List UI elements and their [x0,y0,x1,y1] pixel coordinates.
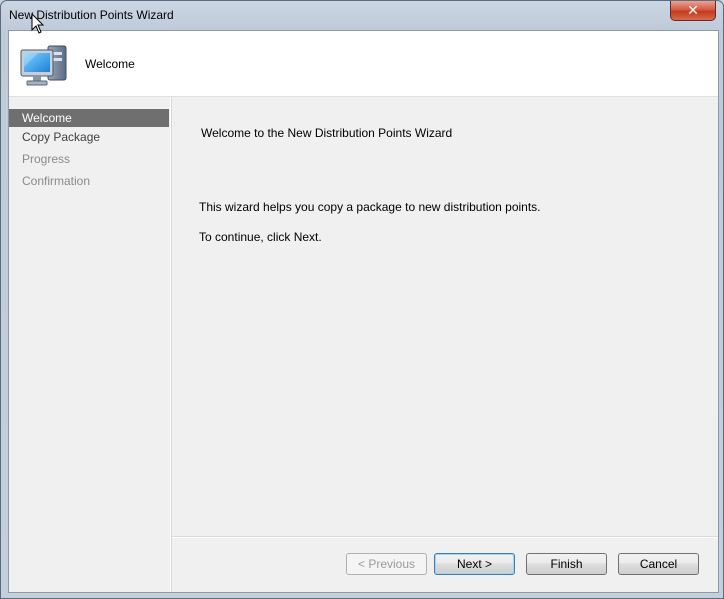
computer-icon [20,45,67,86]
sidebar-item-progress: Progress [22,152,71,166]
wizard-header: Welcome [9,31,718,97]
next-button[interactable]: Next > [434,553,515,575]
cancel-button[interactable]: Cancel [618,553,699,575]
wizard-description: This wizard helps you copy a package to … [199,200,541,214]
title-bar[interactable]: New Distribution Points Wizard ✕ [1,1,723,29]
footer-divider [172,536,718,538]
wizard-client-area: Welcome Welcome Copy Package Progress Co… [8,30,719,593]
wizard-window: New Distribution Points Wizard ✕ Welcome… [0,0,724,599]
sidebar-item-copy-package[interactable]: Copy Package [9,127,170,149]
welcome-heading: Welcome to the New Distribution Points W… [201,126,453,140]
mouse-pointer-icon [31,13,45,34]
previous-button[interactable]: < Previous [346,553,427,575]
wizard-instruction: To continue, click Next. [199,230,322,244]
sidebar-item-welcome[interactable]: Welcome [9,109,169,127]
page-title: Welcome [85,57,135,71]
sidebar-item-confirmation: Confirmation [22,174,91,188]
wizard-steps-sidebar: Welcome Copy Package Progress Confirmati… [9,97,171,592]
close-icon: ✕ [687,2,699,19]
wizard-content: Welcome to the New Distribution Points W… [172,97,718,537]
finish-button[interactable]: Finish [526,553,607,575]
close-button[interactable]: ✕ [670,1,716,21]
